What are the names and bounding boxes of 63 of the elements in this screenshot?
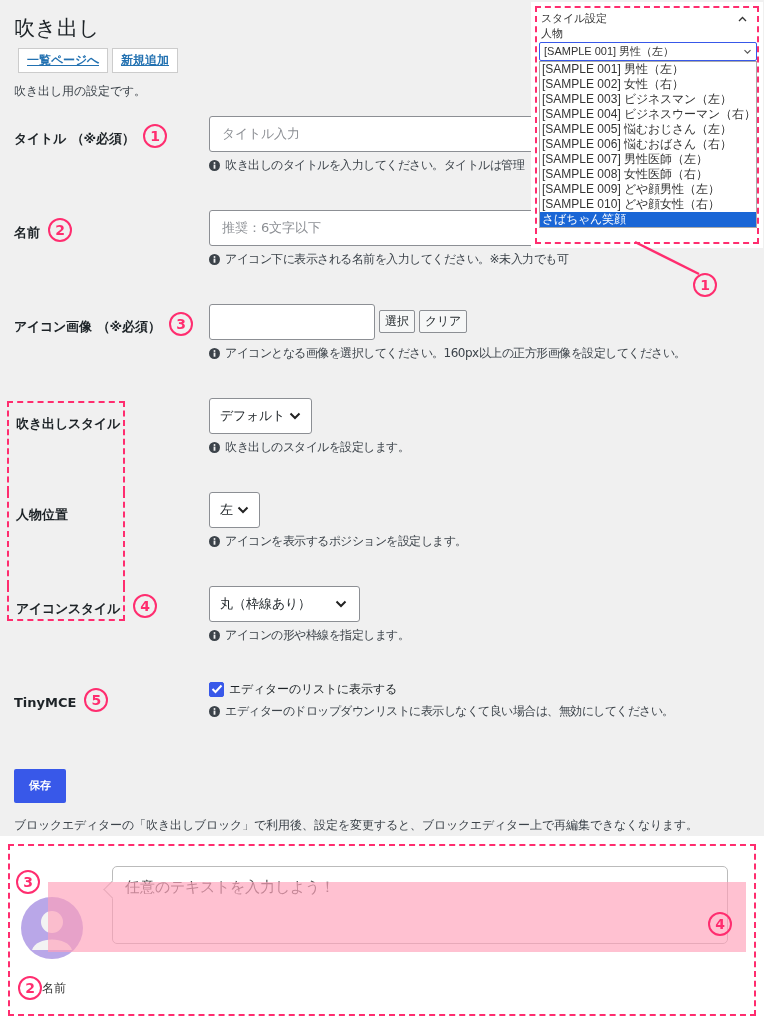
annotation-number: 5 xyxy=(84,688,109,712)
dropdown-option[interactable]: [SAMPLE 002] 女性（右） xyxy=(540,77,756,92)
help-text: アイコンとなる画像を選択してください。160px以上の正方形画像を設定してください。 xyxy=(225,345,686,362)
annotation-number: 2 xyxy=(48,218,72,242)
info-icon xyxy=(209,160,220,171)
info-icon xyxy=(209,348,220,359)
dropdown-option[interactable]: [SAMPLE 007] 男性医師（左） xyxy=(540,152,756,167)
panel-heading: スタイル設定 xyxy=(541,11,607,26)
bubble-text: 任意のテキストを入力しよう！ xyxy=(125,878,335,896)
help-text: 吹き出しのスタイルを設定します。 xyxy=(225,439,409,456)
annotation-number: 4 xyxy=(133,594,157,618)
annotation-number: 2 xyxy=(18,976,42,1000)
chevron-up-icon[interactable] xyxy=(738,15,747,22)
field-label: アイコンスタイル xyxy=(16,601,120,616)
dropdown-option[interactable]: さばちゃん笑顔 xyxy=(540,212,756,227)
save-button[interactable]: 保存 xyxy=(14,768,66,803)
chevron-down-icon xyxy=(289,412,301,420)
field-label: 人物 xyxy=(541,26,564,41)
checkbox[interactable] xyxy=(209,681,224,697)
nav-link[interactable]: 新規追加 xyxy=(112,48,178,73)
checkbox-label: エディターのリストに表示する xyxy=(229,680,397,698)
avatar-placeholder xyxy=(20,896,84,960)
field-label: タイトル （※必須） xyxy=(14,131,136,146)
annotation-number: 3 xyxy=(16,870,40,894)
annotation-number: 4 xyxy=(708,912,732,936)
field-label: 人物位置 xyxy=(16,507,68,522)
annotation-number: 3 xyxy=(169,312,194,336)
dropdown-option[interactable]: [SAMPLE 003] ビジネスマン（左） xyxy=(540,92,756,107)
annotation-number: 1 xyxy=(143,124,168,148)
field-label: 吹き出しスタイル xyxy=(16,416,120,431)
chevron-down-icon xyxy=(335,600,347,608)
note-text: ブロックエディターの「吹き出しブロック」で利用後、設定を変更すると、ブロックエディター上で再編集できなくなります。 xyxy=(14,816,699,834)
field-label: 名前 xyxy=(14,225,40,240)
help-text: アイコンを表示するポジションを設定します。 xyxy=(225,533,467,550)
info-icon xyxy=(209,536,220,547)
avatar-name: 名前 xyxy=(42,979,66,997)
image-url-input[interactable] xyxy=(209,304,375,340)
image-button[interactable]: 選択 xyxy=(379,310,415,333)
info-icon xyxy=(209,706,220,717)
info-icon xyxy=(209,442,220,453)
dropdown-select[interactable]: 丸（枠線あり） xyxy=(209,586,360,622)
help-text: 吹き出しのタイトルを入力してください。タイトルは管理 xyxy=(225,157,524,174)
page-title: 吹き出し xyxy=(14,15,100,42)
chevron-down-icon xyxy=(743,48,752,55)
info-icon xyxy=(209,254,220,265)
info-icon xyxy=(209,630,220,641)
dropdown-select[interactable]: 左 xyxy=(209,492,260,528)
dropdown-select[interactable]: [SAMPLE 001] 男性（左） xyxy=(539,42,757,61)
field-label: アイコン画像 （※必須） xyxy=(14,319,162,334)
help-text: アイコン下に表示される名前を入力してください。※未入力でも可 xyxy=(225,251,569,268)
field-label: TinyMCE xyxy=(14,695,77,710)
dropdown-option[interactable]: [SAMPLE 001] 男性（左） xyxy=(540,62,756,77)
dropdown-option[interactable]: [SAMPLE 008] 女性医師（右） xyxy=(540,167,756,182)
help-text: アイコンの形や枠線を指定します。 xyxy=(225,627,409,644)
chevron-down-icon xyxy=(237,506,249,514)
dropdown-option[interactable]: [SAMPLE 009] どや顔男性（左） xyxy=(540,182,756,197)
dropdown-option[interactable]: [SAMPLE 010] どや顔女性（右） xyxy=(540,197,756,212)
image-button[interactable]: クリア xyxy=(419,310,467,333)
description-text: 吹き出し用の設定です。 xyxy=(14,83,146,100)
dropdown-select[interactable]: デフォルト xyxy=(209,398,312,434)
annotation-number: 1 xyxy=(693,273,717,297)
nav-link[interactable]: 一覧ページへ xyxy=(18,48,108,73)
help-text: エディターのドロップダウンリストに表示しなくて良い場合は、無効にしてください。 xyxy=(225,703,674,720)
